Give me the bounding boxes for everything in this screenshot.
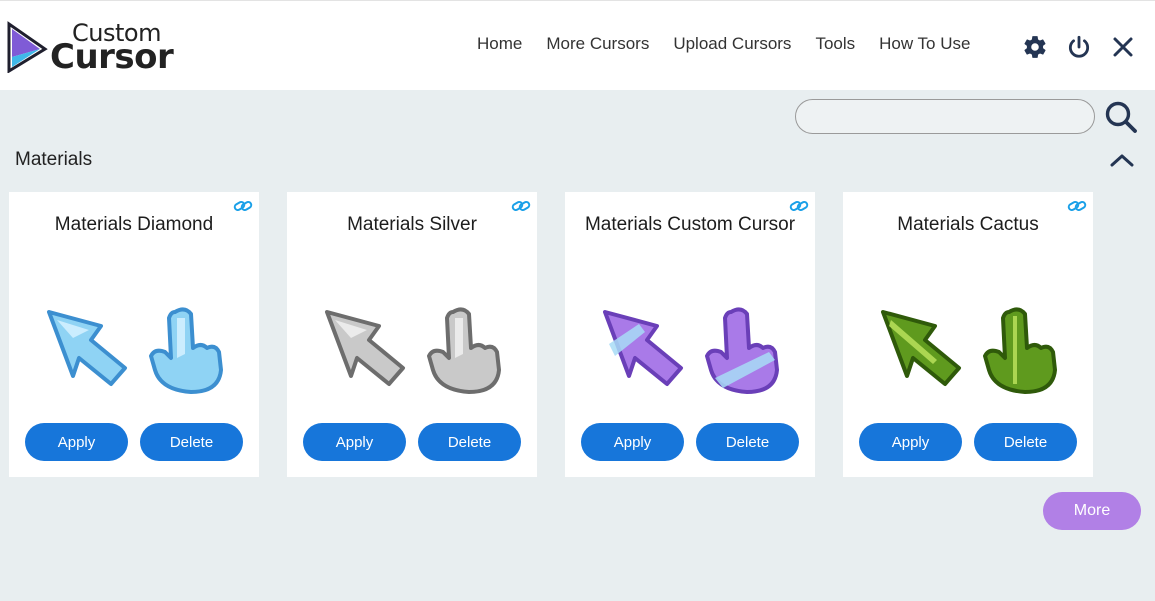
nav-upload-cursors[interactable]: Upload Cursors	[673, 34, 791, 54]
nav-how-to-use[interactable]: How To Use	[879, 34, 970, 54]
nav-more-cursors[interactable]: More Cursors	[546, 34, 649, 54]
link-icon[interactable]	[1067, 198, 1087, 214]
main-nav: Home More Cursors Upload Cursors Tools H…	[477, 34, 994, 54]
section-title: Materials	[15, 149, 93, 170]
window-controls	[1020, 32, 1152, 62]
cursor-preview	[47, 307, 223, 394]
search-input[interactable]	[796, 100, 1094, 133]
cursor-card: Materials Diamond Apply Delete	[9, 192, 259, 477]
hand-cursor-icon	[983, 307, 1057, 394]
power-icon[interactable]	[1064, 32, 1094, 62]
close-icon[interactable]	[1108, 32, 1138, 62]
chevron-up-icon[interactable]	[1108, 148, 1136, 172]
link-icon[interactable]	[511, 198, 531, 214]
app-logo[interactable]: Custom Cursor	[6, 17, 186, 77]
delete-button[interactable]: Delete	[696, 423, 799, 461]
cursor-preview	[325, 307, 501, 394]
nav-tools[interactable]: Tools	[815, 34, 855, 54]
gear-icon[interactable]	[1020, 32, 1050, 62]
link-icon[interactable]	[233, 198, 253, 214]
search-icon[interactable]	[1103, 99, 1139, 135]
delete-button[interactable]: Delete	[974, 423, 1077, 461]
cursor-card: Materials Silver Apply Delete	[287, 192, 537, 477]
cursor-card: Materials Cactus Apply Delete	[843, 192, 1093, 477]
delete-button[interactable]: Delete	[140, 423, 243, 461]
card-title: Materials Custom Cursor	[584, 214, 796, 235]
hand-cursor-icon	[427, 307, 501, 394]
arrow-cursor-icon	[603, 310, 683, 386]
card-title: Materials Diamond	[54, 214, 214, 235]
cursor-card: Materials Custom Cursor Apply Delete	[565, 192, 815, 477]
search-box	[795, 99, 1095, 134]
logo-text-cursor: Cursor	[50, 37, 174, 77]
arrow-cursor-icon	[881, 310, 961, 386]
cursor-card-list: Materials Diamond Apply Delete Materials…	[9, 192, 1121, 477]
arrow-cursor-icon	[325, 310, 405, 386]
arrow-cursor-icon	[47, 310, 127, 386]
nav-home[interactable]: Home	[477, 34, 522, 54]
delete-button[interactable]: Delete	[418, 423, 521, 461]
card-title: Materials Silver	[347, 214, 477, 235]
apply-button[interactable]: Apply	[25, 423, 128, 461]
app-header: Custom Cursor Home More Cursors Upload C…	[0, 0, 1155, 90]
cursor-preview	[881, 307, 1057, 394]
more-button[interactable]: More	[1043, 492, 1141, 530]
card-title: Materials Cactus	[897, 214, 1039, 235]
apply-button[interactable]: Apply	[581, 423, 684, 461]
apply-button[interactable]: Apply	[303, 423, 406, 461]
cursor-preview	[603, 307, 779, 394]
link-icon[interactable]	[789, 198, 809, 214]
hand-cursor-icon	[149, 307, 223, 394]
apply-button[interactable]: Apply	[859, 423, 962, 461]
logo-arrow-icon	[7, 21, 48, 73]
hand-cursor-icon	[705, 307, 779, 394]
